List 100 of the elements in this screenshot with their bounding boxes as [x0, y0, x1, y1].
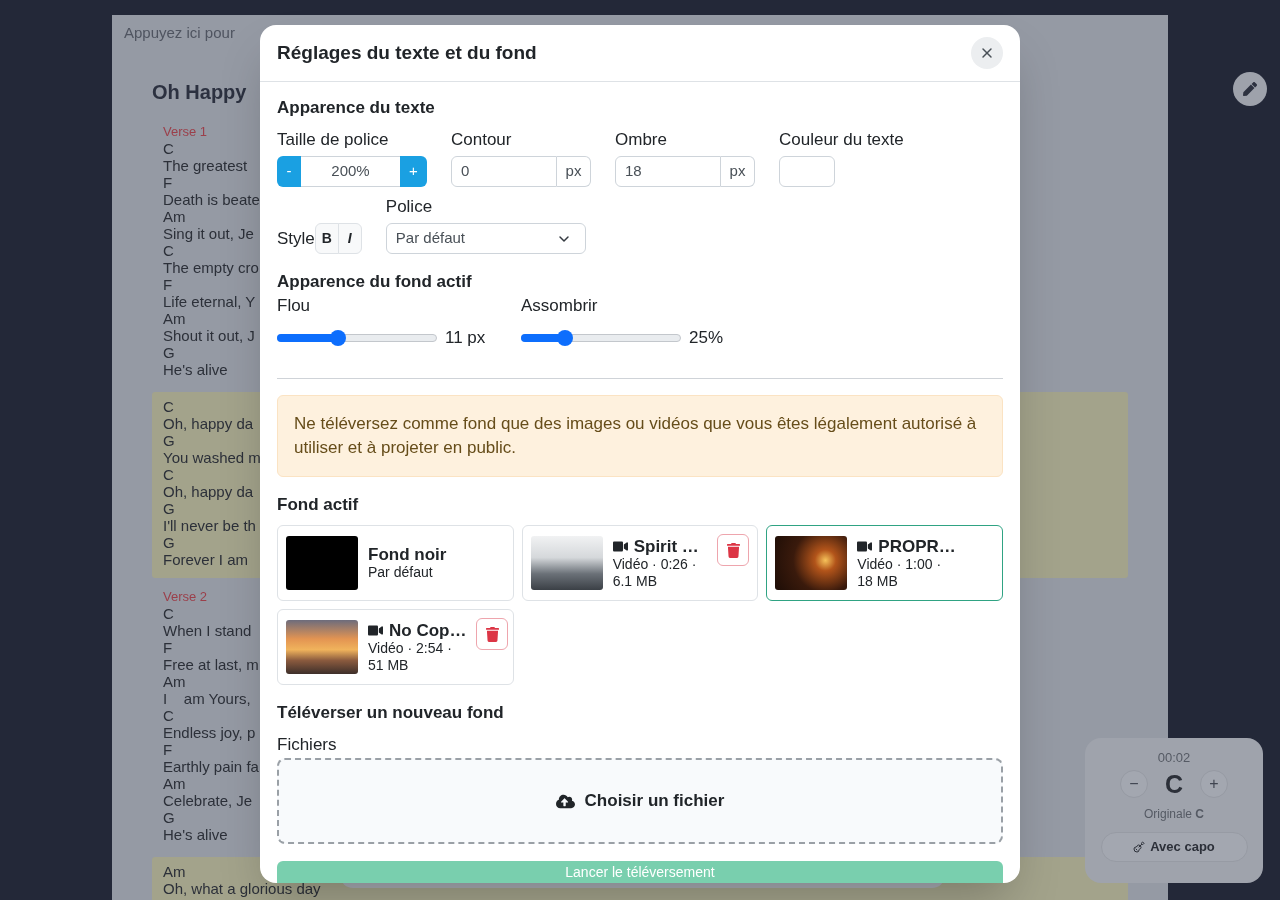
section-label: Verse 1: [163, 123, 208, 140]
chord-label: C: [163, 242, 174, 259]
field-label: Contour: [451, 129, 512, 151]
lyric-line: When I stand: [163, 622, 252, 639]
chord-label: Am: [163, 673, 186, 690]
style-toggle[interactable]: I: [337, 223, 362, 254]
field-label: Couleur du texte: [779, 129, 904, 151]
section-heading: Apparence du texte: [277, 97, 435, 119]
warning-notice: Ne téléversez comme fond que des images ou vidéos que vous êtes légalement autorisé à utiliser et à projeter en public.: [277, 395, 1003, 477]
chord-label: C: [163, 466, 174, 483]
lyric-line: Oh, what a glorious day: [163, 880, 321, 897]
lyric-line: Oh, happy da: [163, 483, 254, 500]
delete-button[interactable]: [717, 534, 750, 566]
section-heading: Fond actif: [277, 494, 359, 516]
slider-label: Assombrir: [521, 295, 598, 317]
lyric-line: Oh, happy da: [163, 415, 254, 432]
background-details: Vidéo · 1:00 · 18 MB: [857, 555, 943, 590]
lyric-line: The greatest: [163, 157, 248, 174]
background-card[interactable]: No Cop… Vidéo · 2:54 · 51 MB: [277, 609, 514, 685]
slider-value: 25%: [689, 327, 724, 349]
section-heading: Apparence du fond actif: [277, 271, 472, 293]
field-label: Fichiers: [277, 734, 337, 756]
transpose-up-button[interactable]: +: [1200, 770, 1228, 798]
close-button[interactable]: [971, 37, 1003, 69]
timer-text: 00:02: [1157, 749, 1191, 766]
chord-label: Am: [163, 863, 186, 880]
lyric-line: Celebrate, Je: [163, 792, 253, 809]
background-details: Vidéo · 2:54 · 51 MB: [368, 639, 453, 674]
chord-label: C: [163, 707, 174, 724]
chord-label: G: [163, 344, 175, 361]
edit-button[interactable]: [1233, 72, 1267, 106]
outline-field[interactable]: 0: [451, 156, 557, 187]
current-key: C: [1164, 768, 1184, 800]
chord-label: C: [163, 140, 174, 157]
chord-label: F: [163, 276, 173, 293]
color-swatch[interactable]: [779, 156, 835, 187]
lyric-line: Free at last, m: [163, 656, 259, 673]
lyric-line: I'll never be th: [163, 517, 256, 534]
delete-button[interactable]: [476, 618, 509, 650]
transpose-down-button[interactable]: −: [1120, 770, 1148, 798]
lyric-line: Forever I am: [163, 551, 249, 568]
section-heading: Téléverser un nouveau fond: [277, 702, 504, 724]
style-label: Style: [277, 227, 315, 250]
chord-label: G: [163, 500, 175, 517]
color-thumbnail: [286, 536, 358, 590]
dialog-title: Réglages du texte et du fond: [277, 41, 537, 65]
background-details: Vidéo · 0:26 · 6.1 MB: [612, 555, 698, 590]
background-card[interactable]: Spirit … Vidéo · 0:26 · 6.1 MB: [521, 525, 759, 601]
unit-label: px: [721, 156, 755, 187]
chord-label: Am: [163, 775, 186, 792]
unit-label: px: [557, 156, 591, 187]
section-label: Verse 2: [163, 588, 208, 605]
chord-label: Am: [163, 310, 186, 327]
background-title: No Cop…: [389, 620, 467, 640]
chord-label: C: [163, 398, 174, 415]
chord-label: C: [163, 605, 174, 622]
song-title: Oh Happy: [152, 80, 247, 105]
chord-label: G: [163, 809, 175, 826]
chord-label: F: [163, 639, 173, 656]
guitar-icon: [1133, 841, 1146, 853]
original-key-text: Originale C: [1144, 806, 1204, 822]
lyric-line: He's alive: [163, 361, 228, 378]
chord-label: F: [163, 174, 173, 191]
slider-track[interactable]: [277, 330, 437, 346]
background-card[interactable]: PROPR… Vidéo · 1:00 · 18 MB: [766, 525, 1003, 601]
trash-icon: [485, 626, 499, 642]
background-title: Spirit …: [633, 536, 699, 556]
lyric-line: The empty cro: [163, 259, 259, 276]
slider-thumb[interactable]: [557, 330, 573, 346]
chord-label: F: [163, 741, 173, 758]
lyric-line: Earthly pain fa: [163, 758, 259, 775]
chord-label: Am: [163, 208, 186, 225]
background-title: Fond noir: [368, 545, 447, 564]
lyric-line: Shout it out, J: [163, 327, 255, 344]
slider-value: 11 px: [445, 327, 486, 349]
file-dropzone[interactable]: Choisir un fichier: [277, 758, 1003, 844]
style-toggle[interactable]: B: [314, 223, 339, 254]
background-card[interactable]: Fond noir Par défaut: [277, 525, 514, 601]
lyric-line: Death is beate: [163, 191, 260, 208]
chord-label: G: [163, 432, 175, 449]
font-size-field[interactable]: 200%: [301, 156, 400, 187]
close-icon: [979, 45, 995, 61]
pencil-icon: [1243, 82, 1257, 96]
slider-thumb[interactable]: [330, 330, 347, 346]
background-title: PROPR…: [878, 536, 956, 556]
lyric-line: Sing it out, Je: [163, 225, 254, 242]
shadow-field[interactable]: 18: [615, 156, 721, 187]
slider-label: Flou: [277, 295, 311, 317]
field-label: Police: [385, 196, 433, 218]
lyric-line: He's alive: [163, 826, 228, 843]
field-label: Taille de police: [277, 129, 389, 151]
font-select[interactable]: Par défaut: [385, 223, 586, 254]
trash-icon: [726, 542, 740, 558]
background-details: Par défaut: [368, 564, 434, 581]
capo-button[interactable]: Avec capo: [1100, 832, 1248, 862]
chord-label: G: [163, 534, 175, 551]
slider-track[interactable]: [521, 330, 681, 346]
lyric-line: You washed m: [163, 449, 261, 466]
lyric-line: Endless joy, p: [163, 724, 256, 741]
lyric-line: I am Yours,: [163, 690, 251, 707]
